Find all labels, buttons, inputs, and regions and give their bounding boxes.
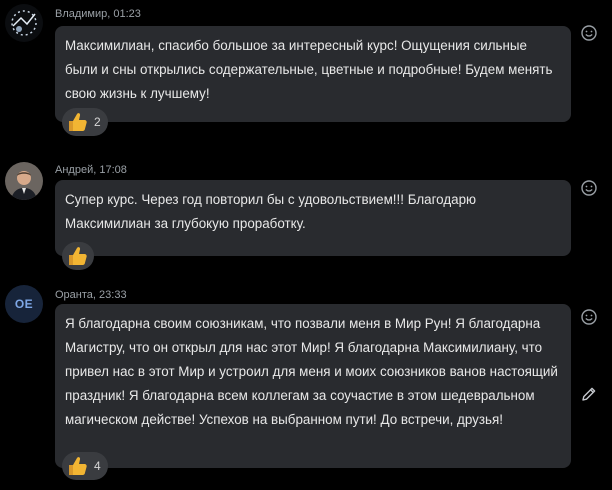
message-bubble: Супер курс. Через год повторил бы с удов… bbox=[55, 180, 571, 270]
message-text: Максимилиан, спасибо большое за интересн… bbox=[65, 38, 553, 101]
avatar[interactable] bbox=[5, 162, 43, 200]
message-time: 23:33 bbox=[99, 289, 127, 301]
reaction-button[interactable]: 4 bbox=[62, 452, 108, 480]
author-name[interactable]: Оранта bbox=[55, 289, 93, 301]
avatar-image bbox=[5, 4, 43, 42]
reaction-count: 2 bbox=[94, 115, 101, 129]
thumbs-up-icon bbox=[69, 113, 87, 131]
avatar-image bbox=[5, 162, 43, 200]
message-bubble: Максимилиан, спасибо большое за интересн… bbox=[55, 26, 571, 136]
reaction-count: 4 bbox=[94, 459, 101, 473]
edit-icon[interactable] bbox=[580, 385, 598, 403]
message-text: Супер курс. Через год повторил бы с удов… bbox=[65, 192, 477, 231]
avatar-initials: OE bbox=[14, 297, 34, 311]
thumbs-up-icon bbox=[69, 457, 87, 475]
reaction-button[interactable] bbox=[62, 242, 94, 270]
message-time: 01:23 bbox=[113, 8, 141, 20]
add-reaction-icon[interactable] bbox=[580, 179, 598, 197]
message-meta: Владимир, 01:23 bbox=[55, 8, 141, 20]
add-reaction-icon[interactable] bbox=[580, 308, 598, 326]
thumbs-up-icon bbox=[69, 247, 87, 265]
avatar[interactable]: OE bbox=[5, 285, 43, 323]
message-meta: Андрей, 17:08 bbox=[55, 164, 127, 176]
message-time: 17:08 bbox=[99, 164, 127, 176]
message-bubble: Я благодарна своим союзникам, что позвал… bbox=[55, 304, 571, 480]
avatar[interactable] bbox=[5, 4, 43, 42]
message-text: Я благодарна своим союзникам, что позвал… bbox=[65, 316, 558, 427]
add-reaction-icon[interactable] bbox=[580, 24, 598, 42]
author-name[interactable]: Андрей bbox=[55, 164, 93, 176]
message-meta: Оранта, 23:33 bbox=[55, 289, 127, 301]
author-name[interactable]: Владимир bbox=[55, 8, 107, 20]
reaction-button[interactable]: 2 bbox=[62, 108, 108, 136]
